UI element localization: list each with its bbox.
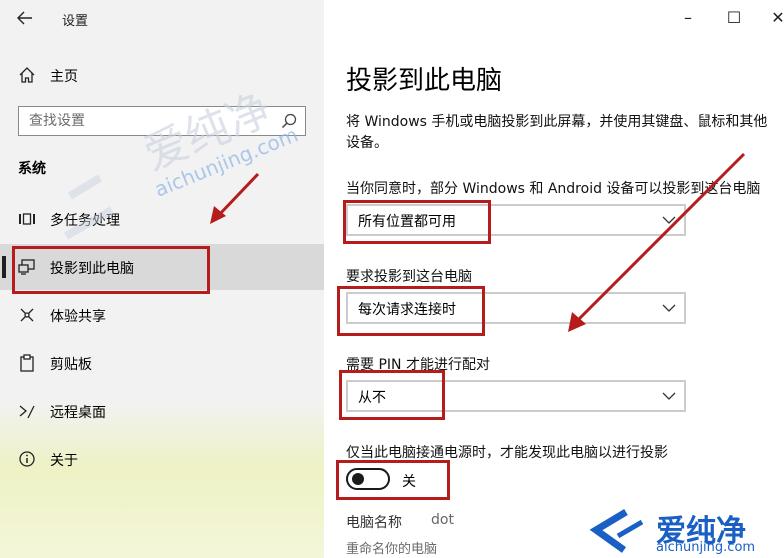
- sidebar-item-about[interactable]: 关于: [0, 436, 324, 482]
- share-icon: [20, 308, 34, 322]
- pc-name-label: 电脑名称: [346, 515, 402, 531]
- power-only-label: 仅当此电脑接通电源时，才能发现此电脑以进行投影: [346, 445, 668, 461]
- back-button[interactable]: [14, 8, 36, 28]
- sidebar-item-label: 多任务处理: [50, 213, 120, 229]
- selection-indicator: [2, 256, 6, 278]
- highlight-box-ask-to-project: [337, 286, 485, 336]
- titlebar-left: 设置: [0, 0, 324, 36]
- sidebar-item-multitask[interactable]: 多任务处理: [0, 196, 324, 242]
- availability-label: 当你同意时，部分 Windows 和 Android 设备可以投影到这台电脑: [346, 181, 761, 197]
- sidebar-item-shared-experiences[interactable]: 体验共享: [0, 292, 324, 338]
- clipboard-icon: [20, 354, 34, 372]
- sidebar-item-remote-desktop[interactable]: 远程桌面: [0, 388, 324, 434]
- sidebar-item-label: 主页: [50, 69, 78, 85]
- close-button[interactable]: ✕: [764, 6, 784, 30]
- highlight-box-sidebar: [12, 246, 210, 294]
- sidebar-item-label: 远程桌面: [50, 405, 106, 421]
- home-icon: [19, 67, 35, 83]
- page-description: 将 Windows 手机或电脑投影到此屏幕，并使用其键盘、鼠标和其他设备。: [346, 114, 768, 151]
- chevron-down-icon: [662, 304, 676, 312]
- info-icon: [19, 451, 35, 467]
- chevron-down-icon: [662, 216, 676, 224]
- minimize-button[interactable]: –: [674, 6, 702, 30]
- maximize-button[interactable]: ☐: [720, 6, 748, 30]
- app-title: 设置: [62, 14, 89, 29]
- sidebar-item-clipboard[interactable]: 剪贴板: [0, 340, 324, 386]
- sidebar-item-home[interactable]: 主页: [0, 56, 324, 94]
- highlight-box-require-pin: [339, 370, 445, 420]
- rename-pc-link[interactable]: 重命名你的电脑: [346, 538, 437, 557]
- sidebar-item-label: 体验共享: [50, 309, 106, 325]
- remote-desktop-icon: [19, 405, 35, 419]
- chevron-down-icon: [662, 392, 676, 400]
- section-title: 系统: [18, 161, 46, 177]
- ask-to-project-label: 要求投影到这台电脑: [346, 269, 472, 285]
- sidebar-item-label: 剪贴板: [50, 357, 92, 373]
- arrow-left-icon: [17, 11, 32, 25]
- highlight-box-toggle: [336, 460, 450, 500]
- pc-name-value: dot: [431, 512, 454, 528]
- multitask-icon: [19, 213, 35, 225]
- window-controls: – ☐ ✕: [324, 0, 784, 36]
- highlight-box-availability: [343, 200, 491, 244]
- page-title: 投影到此电脑: [346, 66, 503, 96]
- watermark-url: aichunjing.com: [656, 540, 756, 555]
- watermark-logo-icon: [589, 508, 644, 553]
- sidebar-item-label: 关于: [50, 453, 78, 469]
